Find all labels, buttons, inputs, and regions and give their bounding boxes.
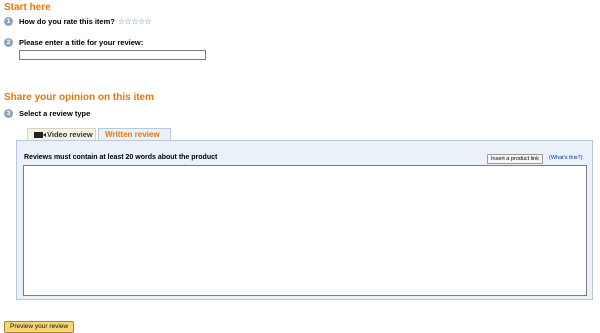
preview-review-button[interactable]: Preview your review	[4, 321, 75, 333]
step-number-3: 3	[4, 109, 13, 118]
star-icon[interactable]: ☆	[125, 17, 132, 26]
tab-written-review[interactable]: Written review	[98, 128, 171, 140]
rate-label: How do you rate this item?	[19, 17, 115, 26]
title-label: Please enter a title for your review:	[19, 38, 144, 47]
insert-product-link-button[interactable]: Insert a product link	[487, 154, 543, 164]
star-icon[interactable]: ☆	[138, 17, 145, 26]
tab-video-review[interactable]: Video review	[27, 128, 96, 140]
tab-written-label: Written review	[105, 130, 160, 139]
review-type-step: 3 Select a review type	[4, 109, 90, 118]
star-icon[interactable]: ☆	[118, 17, 125, 26]
start-here-heading: Start here	[4, 2, 51, 13]
tab-video-label: Video review	[47, 130, 93, 139]
written-review-panel: Reviews must contain at least 20 words a…	[16, 140, 593, 300]
video-camera-icon	[34, 131, 46, 138]
star-icon[interactable]: ☆	[145, 17, 152, 26]
whats-this-link[interactable]: (What's this?)	[549, 155, 582, 161]
review-type-label: Select a review type	[19, 109, 91, 118]
review-instruction: Reviews must contain at least 20 words a…	[24, 154, 218, 161]
share-opinion-heading: Share your opinion on this item	[4, 92, 155, 103]
star-rating[interactable]: ☆ ☆ ☆ ☆ ☆	[118, 17, 152, 26]
step-number-2: 2	[4, 38, 13, 47]
review-textarea[interactable]	[23, 165, 587, 296]
star-icon[interactable]: ☆	[131, 17, 138, 26]
review-title-input[interactable]	[19, 50, 206, 60]
rate-step: 1 How do you rate this item? ☆ ☆ ☆ ☆ ☆	[4, 17, 152, 26]
step-number-1: 1	[4, 17, 13, 26]
title-step: 2 Please enter a title for your review:	[4, 38, 143, 47]
